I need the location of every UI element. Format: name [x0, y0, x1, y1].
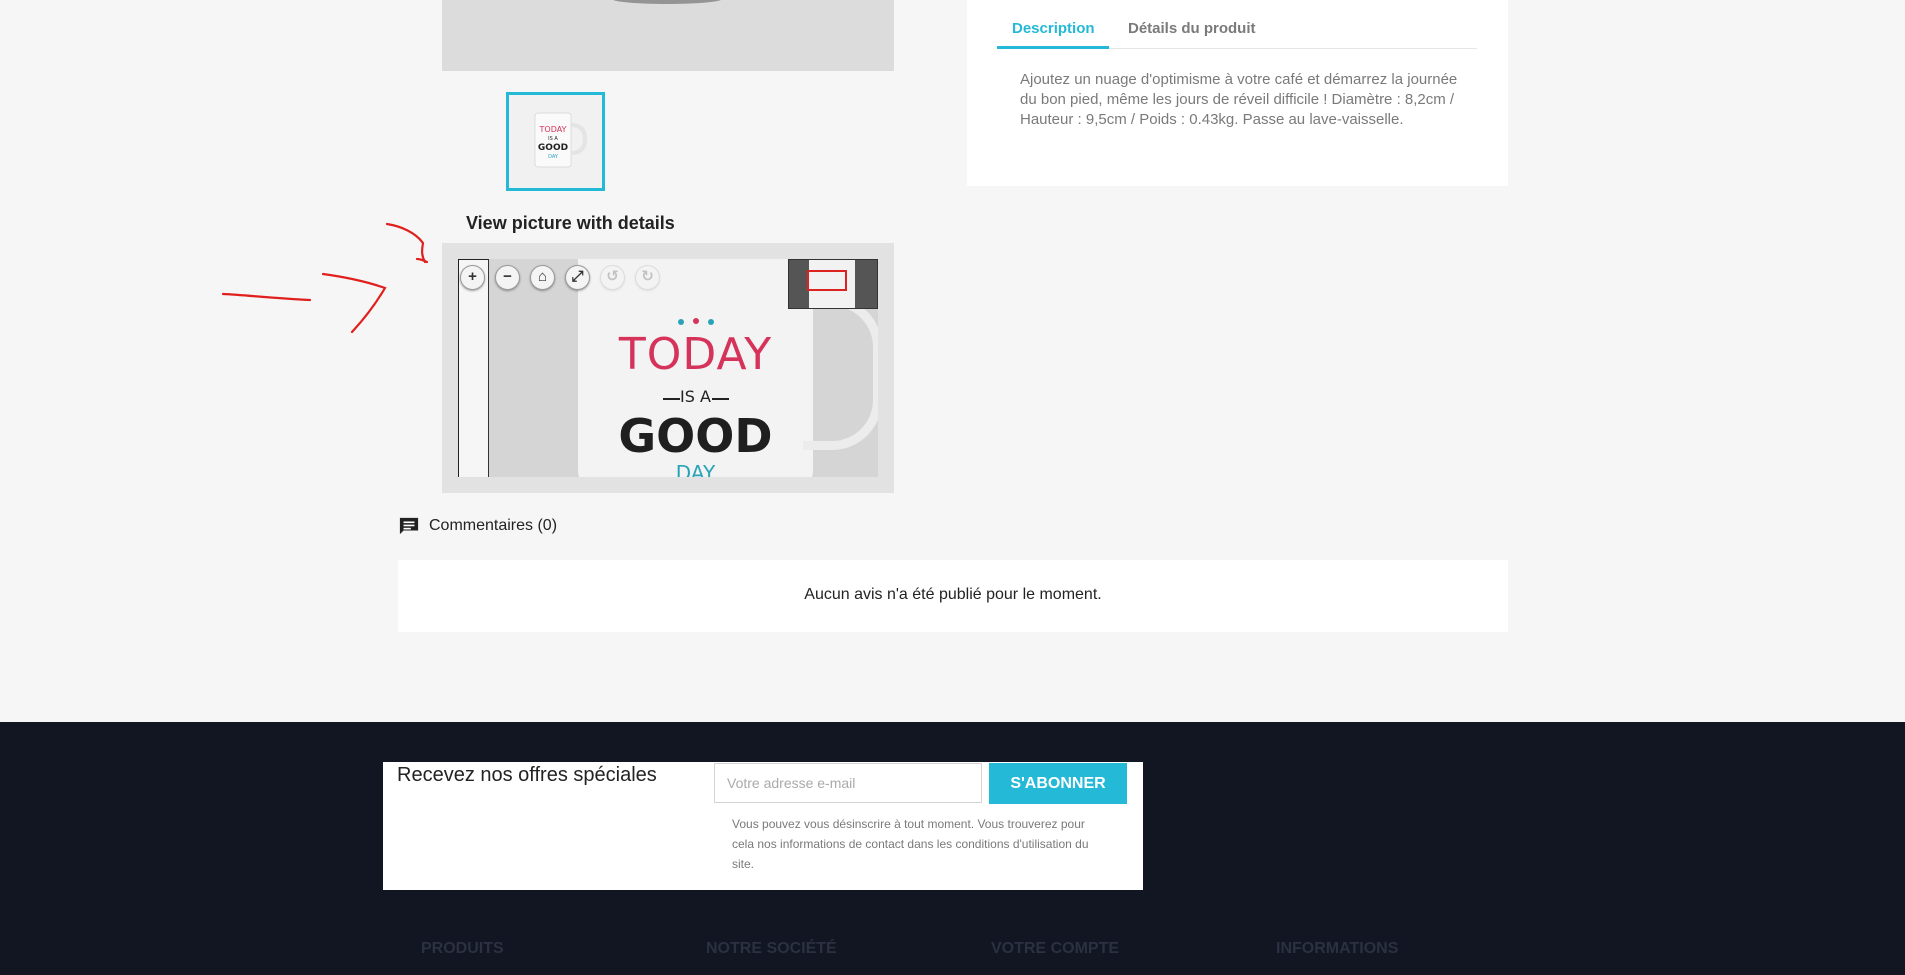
newsletter-note: Vous pouvez vous désinscrire à tout mome… [732, 817, 1089, 871]
product-thumbnail[interactable]: TODAY IS A GOOD DAY [506, 92, 605, 191]
newsletter-email-input[interactable] [714, 763, 982, 803]
zoom-out-button[interactable]: − [495, 265, 520, 290]
active-tab-indicator [997, 46, 1109, 49]
comments-heading: Commentaires (0) [398, 516, 557, 536]
rotate-right-icon: ↻ [641, 268, 654, 285]
comments-box: Aucun avis n'a été publié pour le moment… [398, 560, 1508, 632]
mug-handle [803, 297, 878, 450]
footer-col-societe[interactable]: NOTRE SOCIÉTÉ [706, 940, 837, 958]
thumb-text-2: IS A [548, 136, 558, 142]
mug-text-today: TODAY [618, 329, 773, 380]
thumb-text-4: DAY [548, 154, 559, 160]
newsletter-title: Recevez nos offres spéciales [397, 764, 657, 786]
thumb-text-1: TODAY [539, 125, 567, 134]
comments-count-label: Commentaires (0) [429, 517, 558, 534]
zoom-in-button[interactable]: + [460, 265, 485, 290]
home-button[interactable]: ⌂ [530, 265, 555, 290]
mug-text-day: DAY [675, 461, 716, 477]
product-main-image[interactable] [442, 0, 894, 71]
plus-icon: + [468, 268, 477, 285]
subscribe-button[interactable]: S'ABONNER [989, 763, 1127, 804]
annotation-arrows [221, 222, 429, 334]
tab-description[interactable]: Description [1012, 20, 1095, 37]
product-description: Ajoutez un nuage d'optimisme à votre caf… [1020, 71, 1458, 128]
footer-col-produits[interactable]: PRODUITS [421, 940, 504, 958]
minus-icon: − [503, 268, 512, 285]
image-viewer-canvas[interactable]: TODAY IS A GOOD DAY + − ⌂ ⤢ ↺ ↻ [458, 259, 878, 477]
comment-icon [399, 517, 419, 535]
product-tabs-panel: Description Détails du produit Ajoutez u… [967, 0, 1508, 186]
rotate-left-icon: ↺ [606, 268, 619, 285]
rotate-right-button[interactable]: ↻ [635, 265, 660, 290]
fullscreen-icon: ⤢ [571, 268, 584, 285]
mug-text-good: GOOD [618, 409, 773, 463]
viewer-title: View picture with details [466, 213, 675, 233]
fullscreen-button[interactable]: ⤢ [565, 265, 590, 290]
newsletter-block: Recevez nos offres spéciales S'ABONNER V… [383, 762, 1143, 890]
mug-thumbnail-image: TODAY IS A GOOD DAY [534, 112, 588, 168]
mug-base-shadow [612, 0, 722, 4]
footer-col-compte[interactable]: VOTRE COMPTE [991, 940, 1119, 958]
no-reviews-message: Aucun avis n'a été publié pour le moment… [804, 586, 1102, 603]
thumb-text-3: GOOD [538, 143, 568, 153]
rotate-left-button[interactable]: ↺ [600, 265, 625, 290]
mug-text-is-a: IS A [680, 387, 711, 406]
footer-col-informations[interactable]: INFORMATIONS [1276, 940, 1398, 958]
tab-product-details[interactable]: Détails du produit [1128, 20, 1256, 37]
viewer-edge-strip [458, 259, 489, 477]
mug-zoomed-image: TODAY IS A GOOD DAY [578, 259, 813, 477]
home-icon: ⌂ [537, 268, 548, 285]
viewer-navigator[interactable] [788, 259, 878, 309]
navigator-viewport-rect[interactable] [807, 270, 847, 291]
